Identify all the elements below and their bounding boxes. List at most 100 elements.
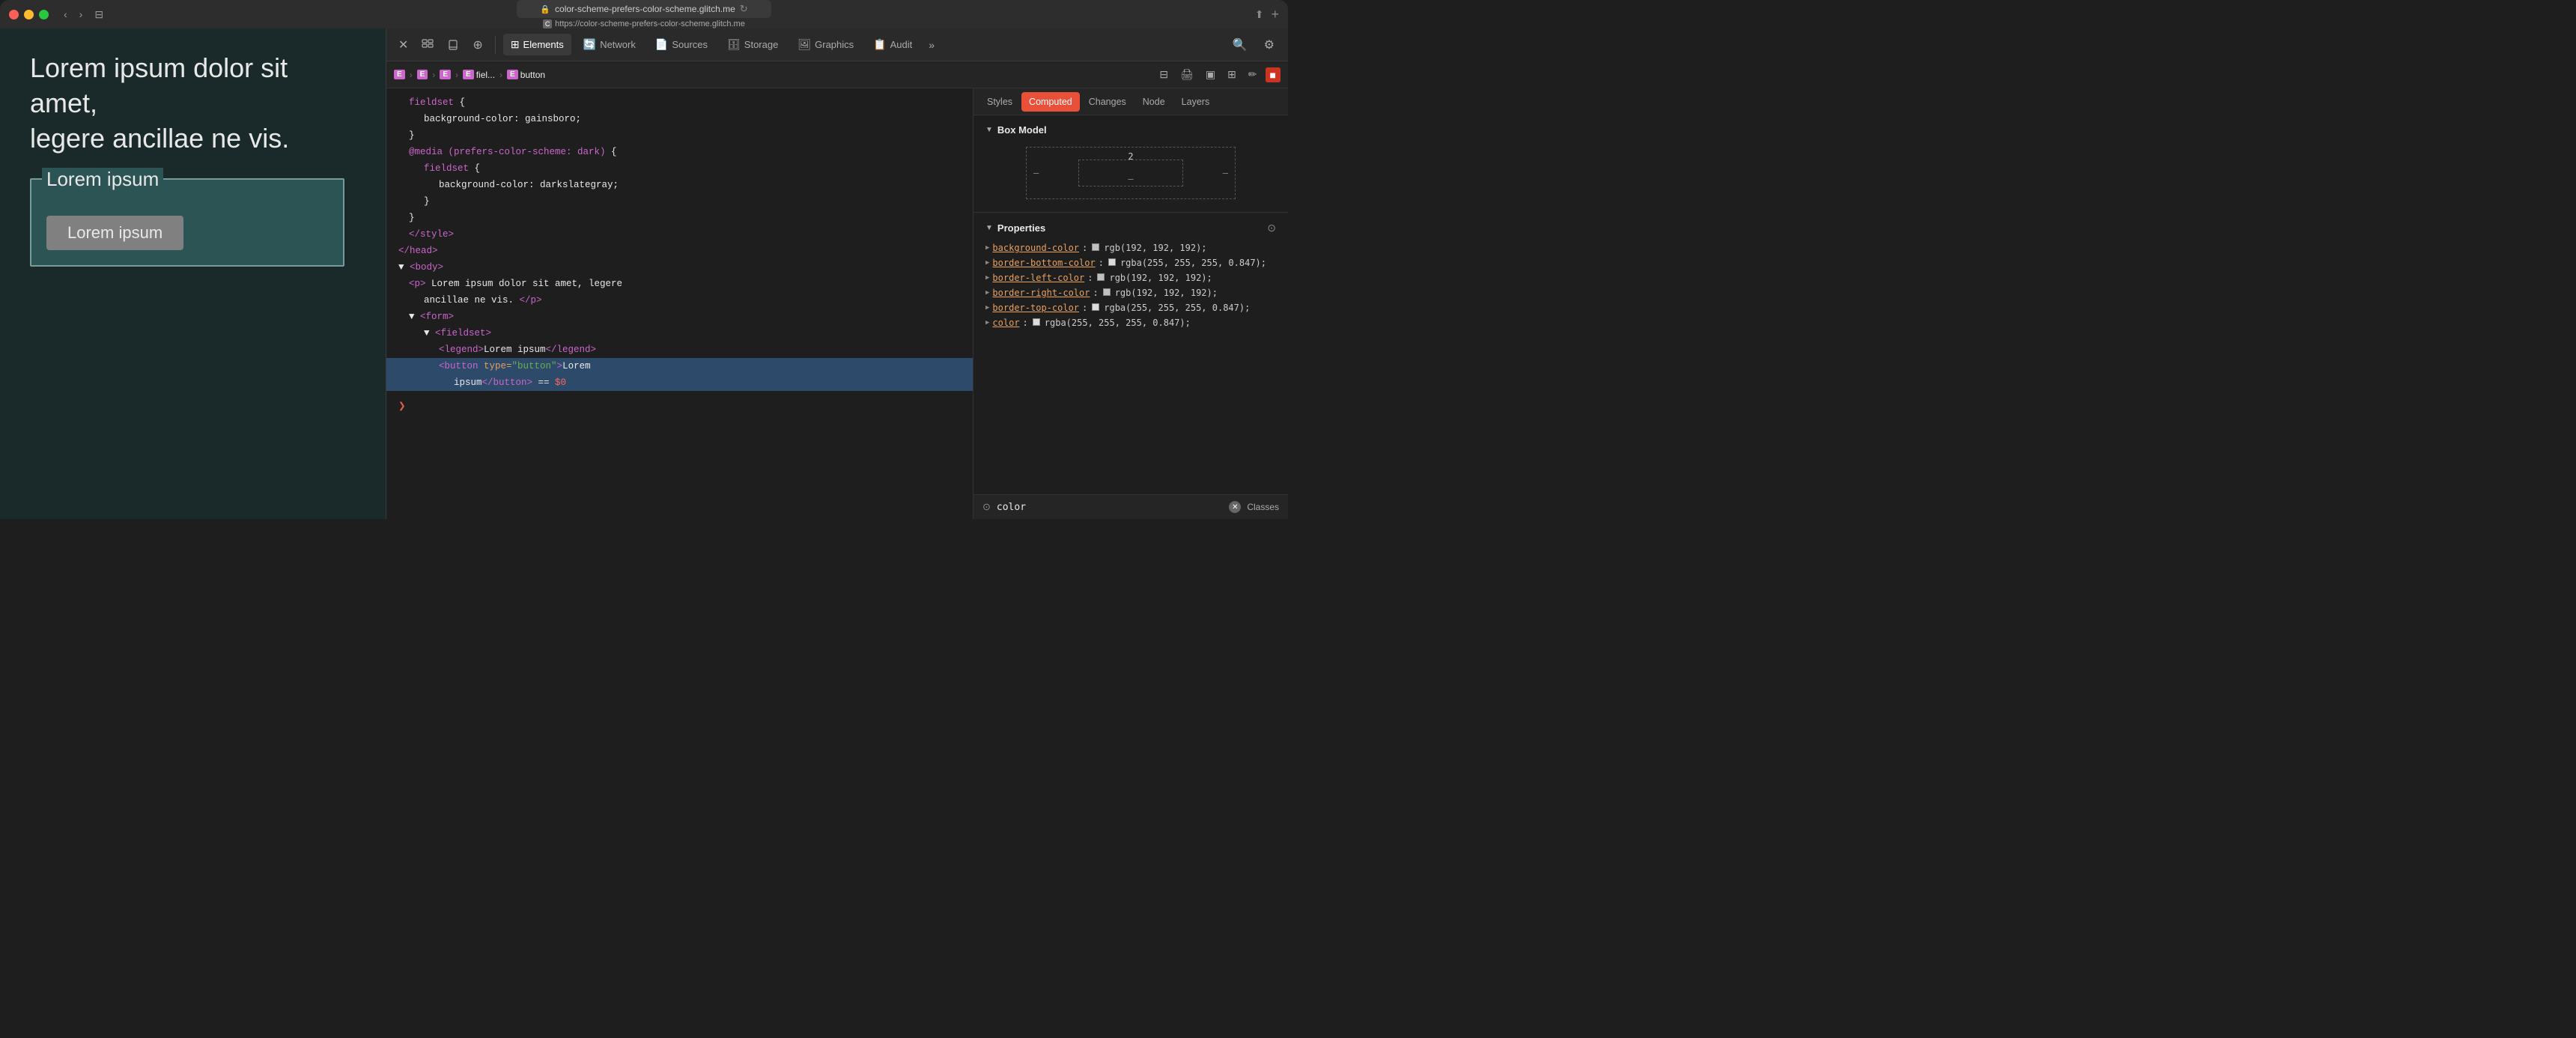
more-tabs-button[interactable]: » [924, 36, 939, 54]
graphics-icon: 🖼 [798, 38, 811, 51]
tab-bar: C https://color-scheme-prefers-color-sch… [543, 19, 745, 28]
tab-audit[interactable]: 📋 Audit [866, 34, 920, 55]
code-panel[interactable]: fieldset { background-color: gainsboro; … [386, 88, 973, 519]
prop-swatch-5[interactable] [1033, 318, 1040, 326]
code-text: background-color: [424, 112, 525, 127]
code-line-17: <button type= "button" > Lorem [386, 358, 973, 374]
bc-item-2[interactable]: E [417, 70, 428, 79]
tab-sources[interactable]: 📄 Sources [648, 34, 715, 55]
tab-computed[interactable]: Computed [1021, 92, 1080, 112]
filter-input[interactable] [997, 502, 1223, 513]
code-text: <fieldset> [435, 326, 491, 341]
code-text: { [469, 161, 480, 176]
sidebar-toggle[interactable]: ⊟ [90, 7, 108, 22]
tab-elements-label: Elements [523, 39, 564, 50]
prop-colon-1: : [1099, 258, 1104, 268]
code-text: == [532, 375, 555, 390]
prop-item-background-color: ▶ background-color : rgb(192, 192, 192); [985, 240, 1276, 255]
prop-name-3[interactable]: border-right-color [992, 288, 1090, 298]
box-model-title: Box Model [997, 124, 1047, 136]
bm-left-dash: — [1033, 168, 1039, 178]
maximize-button[interactable] [39, 10, 49, 19]
code-line-1: fieldset { [386, 94, 973, 111]
url-bar[interactable]: 🔒 color-scheme-prefers-color-scheme.glit… [517, 0, 771, 18]
bc-print-button[interactable]: 🖨 [1176, 66, 1197, 83]
back-button[interactable]: ‹ [59, 7, 72, 22]
forward-button[interactable]: › [75, 7, 88, 22]
code-text: fieldset [409, 95, 454, 110]
bc-grid-button-2[interactable]: ⊞ [1224, 66, 1240, 83]
preview-button[interactable]: Lorem ipsum [46, 216, 183, 250]
prop-name-1[interactable]: border-bottom-color [992, 258, 1095, 268]
prop-item-border-right-color: ▶ border-right-color : rgb(192, 192, 192… [985, 285, 1276, 300]
prop-expand-2[interactable]: ▶ [985, 274, 989, 282]
device-button[interactable] [443, 36, 464, 54]
bc-sep-4: › [499, 70, 502, 80]
tab-item: C https://color-scheme-prefers-color-sch… [543, 19, 745, 28]
properties-settings-icon[interactable]: ⊙ [1267, 222, 1276, 234]
bc-badge-4: E [463, 70, 474, 79]
prop-name-5[interactable]: color [992, 318, 1019, 328]
nav-buttons: ‹ › ⊟ [59, 7, 108, 22]
bc-grid-button[interactable]: ⊟ [1155, 66, 1172, 83]
prop-value-4: rgba(255, 255, 255, 0.847); [1104, 303, 1250, 313]
prop-expand-5[interactable]: ▶ [985, 319, 989, 327]
prop-swatch-1[interactable] [1108, 258, 1116, 266]
tab-network[interactable]: 🔄 Network [576, 34, 643, 55]
traffic-lights [9, 10, 49, 19]
prop-colon-0: : [1082, 243, 1087, 253]
tab-elements[interactable]: ⊞ Elements [503, 34, 571, 55]
devtools-panel: ✕ ⊕ ⊞ Elements [386, 28, 1288, 519]
prop-name-2[interactable]: border-left-color [992, 273, 1084, 283]
close-devtools-button[interactable]: ✕ [394, 34, 413, 55]
code-text: </legend> [546, 342, 597, 357]
tab-node[interactable]: Node [1135, 92, 1173, 112]
classes-button[interactable]: Classes [1247, 502, 1279, 512]
bc-item-4[interactable]: E fiel... [463, 70, 495, 80]
bc-box-button[interactable]: ▣ [1202, 66, 1219, 83]
prop-name-4[interactable]: border-top-color [992, 303, 1079, 313]
tab-styles[interactable]: Styles [979, 92, 1020, 112]
bc-item-1[interactable]: E [394, 70, 405, 79]
settings-button[interactable]: ⚙ [1258, 34, 1281, 55]
prop-name-0[interactable]: background-color [992, 243, 1079, 253]
tab-changes[interactable]: Changes [1081, 92, 1134, 112]
titlebar-right: ⬆ + [1255, 7, 1279, 22]
code-text: Lorem [562, 359, 591, 374]
tab-graphics[interactable]: 🖼 Graphics [790, 34, 861, 55]
search-button[interactable]: 🔍 [1227, 34, 1254, 55]
prop-expand-3[interactable]: ▶ [985, 289, 989, 297]
filter-icon: ⊙ [982, 501, 991, 513]
collapse-icon[interactable]: ▼ [985, 126, 993, 134]
prop-expand-0[interactable]: ▶ [985, 244, 989, 252]
inspect-element-button[interactable] [417, 36, 438, 54]
close-button[interactable] [9, 10, 19, 19]
prop-item-color: ▶ color : rgba(255, 255, 255, 0.847); [985, 315, 1276, 330]
tab-layers[interactable]: Layers [1174, 92, 1218, 112]
right-panel: Styles Computed Changes Node Layers ▼ Bo… [973, 88, 1288, 519]
tab-audit-label: Audit [890, 39, 913, 50]
code-line-16: <legend> Lorem ipsum </legend> [386, 342, 973, 358]
bc-item-5[interactable]: E button [507, 70, 545, 80]
share-button[interactable]: ⬆ [1255, 8, 1264, 21]
bc-pencil-button[interactable]: ✏ [1245, 66, 1261, 83]
reload-icon[interactable]: ↻ [740, 3, 748, 15]
prop-swatch-4[interactable] [1092, 303, 1099, 311]
bc-item-3[interactable]: E [440, 70, 451, 79]
prop-expand-4[interactable]: ▶ [985, 304, 989, 312]
prop-swatch-3[interactable] [1103, 288, 1111, 296]
minimize-button[interactable] [24, 10, 34, 19]
bc-color-button[interactable]: ■ [1266, 67, 1281, 82]
prop-swatch-0[interactable] [1092, 243, 1099, 251]
code-line-5: fieldset { [386, 160, 973, 177]
clear-filter-button[interactable]: ✕ [1229, 501, 1241, 513]
crosshair-button[interactable]: ⊕ [468, 34, 487, 55]
prop-swatch-2[interactable] [1097, 273, 1105, 281]
new-tab-button[interactable]: + [1271, 7, 1279, 22]
box-model-diagram: 2 — — — [985, 143, 1276, 203]
props-collapse-icon[interactable]: ▼ [985, 224, 993, 232]
properties-section: ▼ Properties ⊙ ▶ background-color : rgb(… [973, 213, 1288, 494]
prop-expand-1[interactable]: ▶ [985, 259, 989, 267]
prompt-icon: ❯ [398, 398, 406, 417]
tab-storage[interactable]: 🗄 Storage [720, 34, 786, 55]
